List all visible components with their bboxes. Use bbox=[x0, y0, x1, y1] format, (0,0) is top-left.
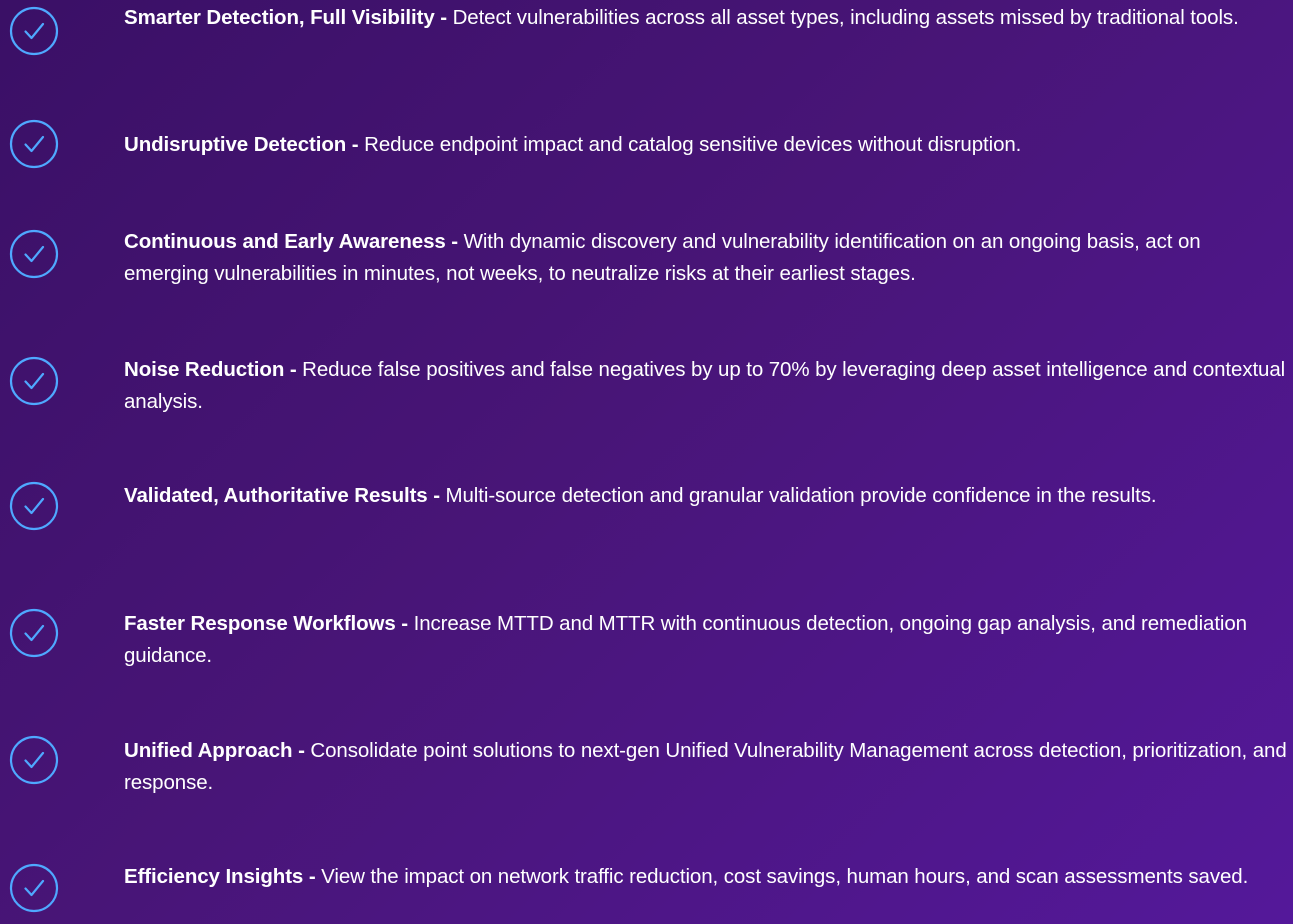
feature-title: Noise Reduction - bbox=[124, 358, 303, 381]
feature-title: Unified Approach - bbox=[124, 739, 311, 762]
check-circle-icon bbox=[8, 5, 60, 57]
feature-text: Continuous and Early Awareness - With dy… bbox=[124, 226, 1289, 290]
check-circle-icon bbox=[8, 607, 60, 659]
check-circle-icon bbox=[8, 734, 60, 786]
feature-list: Smarter Detection, Full Visibility - Det… bbox=[0, 0, 1293, 924]
feature-text: Smarter Detection, Full Visibility - Det… bbox=[124, 2, 1289, 34]
feature-title: Smarter Detection, Full Visibility - bbox=[124, 6, 453, 29]
feature-title: Efficiency Insights - bbox=[124, 865, 322, 888]
feature-title: Validated, Authoritative Results - bbox=[124, 484, 446, 507]
feature-text: Validated, Authoritative Results - Multi… bbox=[124, 480, 1289, 512]
feature-title: Undisruptive Detection - bbox=[124, 133, 365, 156]
check-circle-icon bbox=[8, 228, 60, 280]
feature-description: Reduce endpoint impact and catalog sensi… bbox=[364, 133, 1022, 156]
check-circle-icon bbox=[8, 480, 60, 532]
feature-text: Undisruptive Detection - Reduce endpoint… bbox=[124, 129, 1289, 161]
feature-text: Faster Response Workflows - Increase MTT… bbox=[124, 608, 1289, 672]
feature-title: Continuous and Early Awareness - bbox=[124, 230, 464, 253]
feature-text: Efficiency Insights - View the impact on… bbox=[124, 861, 1289, 893]
check-circle-icon bbox=[8, 118, 60, 170]
feature-title: Faster Response Workflows - bbox=[124, 612, 414, 635]
feature-text: Noise Reduction - Reduce false positives… bbox=[124, 354, 1289, 418]
feature-description: Detect vulnerabilities across all asset … bbox=[452, 6, 1239, 29]
feature-description: Multi-source detection and granular vali… bbox=[445, 484, 1157, 507]
check-circle-icon bbox=[8, 862, 60, 914]
feature-description: View the impact on network traffic reduc… bbox=[321, 865, 1249, 888]
feature-text: Unified Approach - Consolidate point sol… bbox=[124, 735, 1289, 799]
check-circle-icon bbox=[8, 355, 60, 407]
